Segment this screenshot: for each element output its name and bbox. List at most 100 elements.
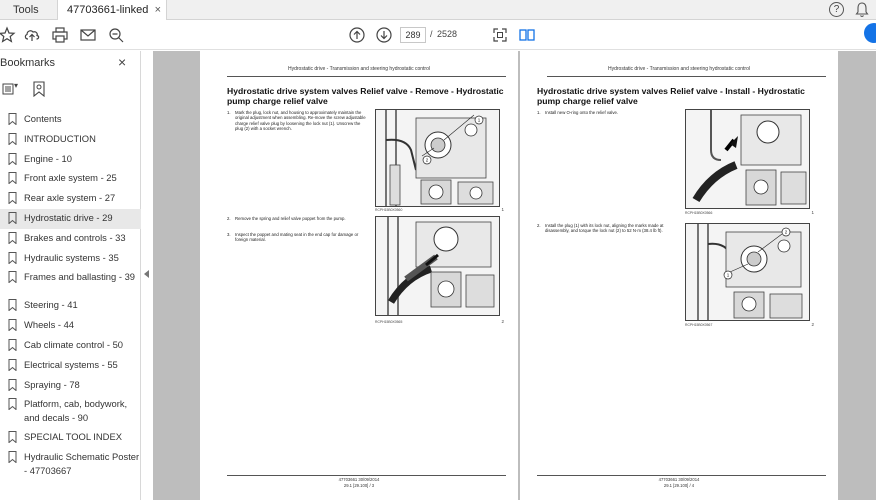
header-rule	[547, 76, 826, 77]
document-canvas[interactable]: Hydrostatic drive - Transmission and ste…	[153, 51, 876, 500]
bookmark-icon	[8, 431, 17, 444]
valve-illustration	[376, 217, 499, 315]
bookmark-item[interactable]: Electrical systems - 55	[0, 356, 141, 376]
upload-icon[interactable]	[23, 26, 41, 44]
bookmark-icon	[8, 132, 17, 145]
two-page-icon[interactable]	[518, 26, 536, 44]
step-number: 1.	[537, 110, 541, 115]
bookmark-star-icon[interactable]	[0, 26, 16, 44]
bookmark-icon	[8, 378, 17, 391]
figure-code: RCPH15B0X0565	[375, 320, 403, 324]
bookmark-item[interactable]: Rear axle system - 27	[0, 189, 141, 209]
page-header: Hydrostatic drive - Transmission and ste…	[607, 66, 750, 72]
bookmark-icon	[8, 211, 17, 224]
bookmark-icon	[8, 113, 17, 125]
bookmark-label: Electrical systems - 55	[24, 358, 118, 370]
pdf-viewer-window: Tools 47703661-linked pd... × ?	[0, 0, 876, 500]
valve-illustration: 1 2	[376, 110, 499, 206]
tab-document[interactable]: 47703661-linked pd... ×	[57, 0, 167, 36]
step-text: Install the plug (1) with its lock nut, …	[545, 223, 664, 234]
bookmark-icon	[8, 251, 17, 264]
page-total: 2528	[437, 29, 458, 39]
bookmark-list: Contents INTRODUCTION Engine - 10 Front axl…	[0, 110, 141, 481]
zoom-icon[interactable]	[107, 26, 125, 44]
bookmark-item[interactable]: Wheels - 44	[0, 316, 141, 336]
bookmark-label: Spraying - 78	[24, 378, 80, 390]
bookmark-label: Brakes and controls - 33	[24, 231, 126, 243]
page-title: Hydrostatic drive system valves Relief v…	[537, 86, 805, 106]
page-footer-number: 29.1 [29.100] / 3	[343, 483, 375, 488]
fit-page-icon[interactable]	[491, 26, 509, 44]
page-separator: /	[430, 29, 433, 39]
figure-caption: RCPH15B0X0566 1	[685, 210, 814, 215]
step-number: 3.	[227, 232, 231, 237]
bookmark-item[interactable]: Hydrostatic drive - 29	[0, 208, 141, 229]
step-text: Remove the spring and relief valve poppe…	[235, 216, 346, 221]
bookmark-item[interactable]: Engine - 10	[0, 150, 141, 170]
tab-tools[interactable]: Tools	[0, 0, 55, 20]
page-header: Hydrostatic drive - Transmission and ste…	[287, 66, 430, 72]
bookmark-label: Cab climate control - 50	[24, 338, 124, 350]
bookmark-item[interactable]: Platform, cab, bodywork, and decals - 90	[0, 395, 141, 428]
bookmark-item[interactable]: Steering - 41	[0, 296, 141, 316]
figure-caption: RCPH15B0X0560 1	[375, 207, 504, 212]
bookmark-icon	[8, 319, 17, 332]
figure-number: 1	[811, 210, 814, 215]
bookmark-item[interactable]: SPECIAL TOOL INDEX	[0, 428, 141, 448]
bookmark-item[interactable]: Contents	[0, 110, 141, 130]
bookmark-item[interactable]: Cab climate control - 50	[0, 336, 141, 356]
bookmark-label: Contents	[24, 113, 62, 124]
bookmark-item[interactable]: INTRODUCTION	[0, 130, 141, 150]
bookmark-item[interactable]: Spraying - 78	[0, 376, 141, 396]
bookmark-label: Wheels - 44	[24, 319, 75, 331]
bookmark-icon	[8, 172, 17, 185]
bell-icon[interactable]	[855, 2, 869, 18]
email-icon[interactable]	[79, 26, 97, 44]
page-number-input[interactable]: 289	[400, 27, 426, 43]
print-icon[interactable]	[51, 26, 69, 44]
help-icon[interactable]: ?	[829, 2, 844, 17]
bookmark-label: Rear axle system - 27	[24, 192, 116, 204]
bookmark-icon	[8, 451, 17, 464]
bookmark-label: Hydraulic systems - 35	[24, 251, 119, 263]
bookmark-item[interactable]: Brakes and controls - 33	[0, 229, 141, 249]
bookmark-label: Hydrostatic drive - 29	[24, 211, 113, 223]
find-bookmark-icon[interactable]	[32, 81, 46, 97]
figure-photo: 1 2	[375, 109, 500, 207]
step-item: 3. Inspect the poppet and mating seat in…	[227, 232, 369, 243]
chevron-down-icon[interactable]: ▾	[14, 81, 18, 90]
tab-bar: Tools 47703661-linked pd... × ?	[0, 0, 876, 36]
bookmark-icon	[8, 338, 17, 351]
step-text: Install new O-ring onto the relief valve…	[545, 110, 619, 115]
bookmark-item[interactable]: Hydraulic Schematic Poster - 47703667	[0, 448, 141, 481]
bookmark-icon	[8, 152, 17, 165]
figure-photo: 2 1	[685, 223, 810, 321]
bookmark-icon	[8, 398, 17, 411]
step-number: 2.	[227, 216, 231, 221]
bookmark-options-icon[interactable]	[2, 83, 22, 95]
bookmark-item[interactable]: Hydraulic systems - 35	[0, 249, 141, 269]
bookmark-icon	[8, 358, 17, 371]
header-rule	[227, 76, 506, 77]
step-number: 2.	[537, 223, 541, 228]
bookmark-item[interactable]: Frames and ballasting - 39	[0, 268, 141, 296]
bookmark-item[interactable]: Front axle system - 25	[0, 169, 141, 189]
page-footer-doc: 47703661 30/09/2014	[658, 477, 700, 482]
bookmark-icon	[8, 192, 17, 205]
bookmark-label: INTRODUCTION	[24, 132, 96, 144]
next-page-icon[interactable]	[375, 26, 393, 44]
pdf-page-left: Hydrostatic drive - Transmission and ste…	[200, 51, 518, 500]
step-item: 2. Install the plug (1) with its lock nu…	[537, 223, 679, 234]
bookmark-label: Steering - 41	[24, 299, 78, 311]
figure-photo	[685, 109, 810, 209]
prev-page-icon[interactable]	[348, 26, 366, 44]
pdf-page-right: Hydrostatic drive - Transmission and ste…	[520, 51, 838, 500]
close-tab-icon[interactable]: ×	[155, 0, 161, 20]
bookmark-label: SPECIAL TOOL INDEX	[24, 431, 122, 443]
step-item: 2. Remove the spring and relief valve po…	[227, 216, 369, 221]
bookmark-icon	[8, 299, 17, 312]
step-item: 1. Mark the plug, lock nut, and housing …	[227, 110, 369, 132]
page-title: Hydrostatic drive system valves Relief v…	[227, 86, 504, 106]
close-panel-icon[interactable]: ×	[118, 54, 126, 70]
collapse-panel-icon[interactable]	[144, 270, 149, 278]
